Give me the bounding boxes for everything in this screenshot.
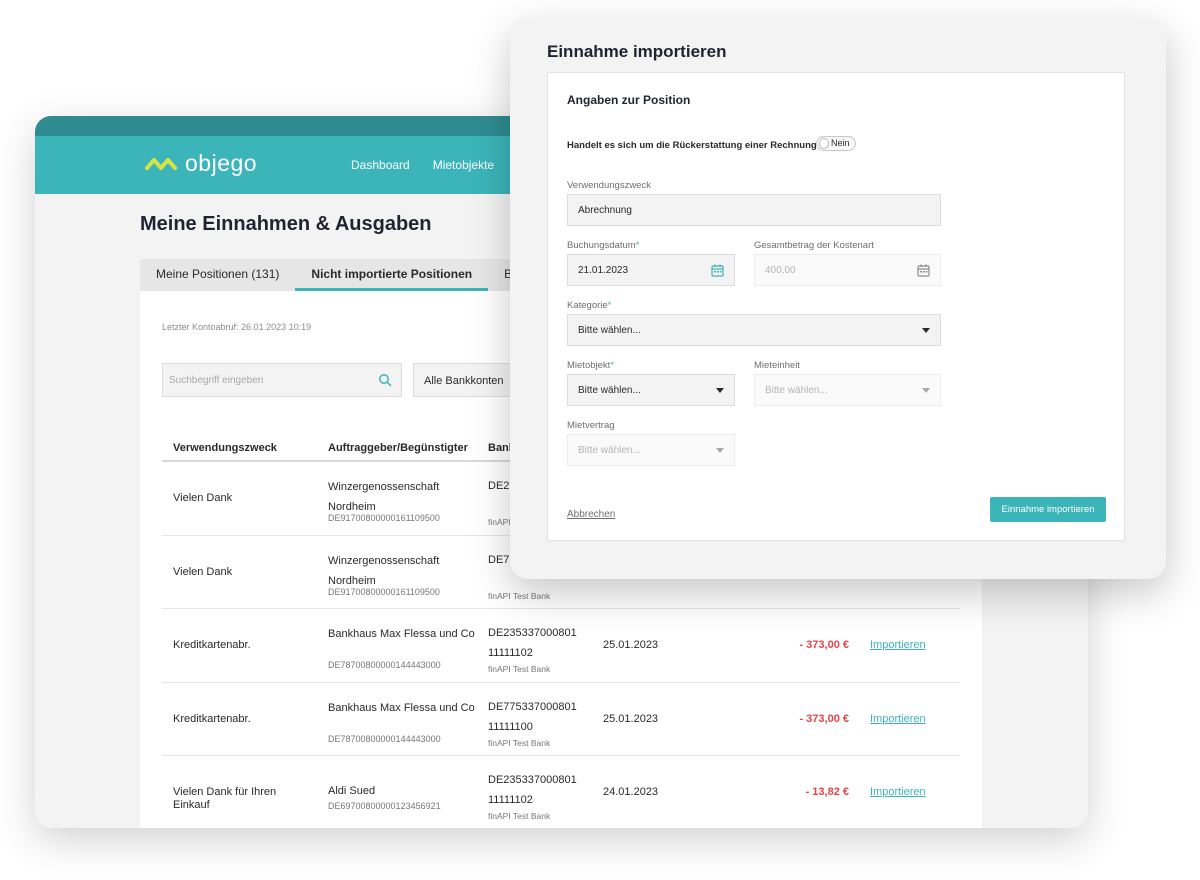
cancel-link[interactable]: Abbrechen xyxy=(567,509,615,520)
row-payer: Aldi Sued xyxy=(328,785,376,797)
row-date: 25.01.2023 xyxy=(603,712,659,725)
row-bank: finAPI Test Bank xyxy=(488,664,551,674)
total-amount-input: 400,00 xyxy=(754,254,941,286)
search-icon[interactable] xyxy=(378,373,392,392)
row-date: 25.01.2023 xyxy=(603,639,659,651)
toggle-knob xyxy=(819,138,829,149)
toggle-label: Nein xyxy=(831,138,850,148)
row-purpose: Vielen Dank xyxy=(173,565,233,578)
row-bank: finAPI Test Bank xyxy=(488,590,551,601)
row-import-link[interactable]: Importieren xyxy=(870,713,926,725)
row-purpose: Kreditkartenabr. xyxy=(173,639,251,651)
category-value: Bitte wählen... xyxy=(578,325,641,336)
booking-date-input[interactable]: 21.01.2023 xyxy=(567,254,735,286)
contract-value: Bitte wählen... xyxy=(578,445,641,456)
total-amount-value: 400,00 xyxy=(765,265,796,276)
import-income-button-label: Einnahme importieren xyxy=(1001,504,1095,515)
row-import-link[interactable]: Importieren xyxy=(870,639,926,651)
unit-value: Bitte wählen... xyxy=(765,385,828,396)
row-payer-iban: DE69700800000123456921 xyxy=(328,801,441,811)
category-select[interactable]: Bitte wählen... xyxy=(567,314,941,346)
header-auftraggeber[interactable]: Auftraggeber/Begünstigter xyxy=(328,442,468,454)
row-payer-iban: DE78700800000144443000 xyxy=(328,660,441,670)
row-date: 24.01.2023 xyxy=(603,786,659,798)
import-income-modal: Einnahme importieren Angaben zur Positio… xyxy=(510,18,1166,579)
brand-name: objego xyxy=(185,150,258,176)
brand-logo[interactable]: objego xyxy=(145,150,257,177)
last-fetch-info: Letzter Kontoabruf: 26.01.2023 10:19 xyxy=(162,322,312,332)
table-row[interactable]: Vielen Dank für Ihren Einkauf Aldi Sued … xyxy=(162,756,960,828)
chevron-down-icon xyxy=(922,388,930,393)
search-input[interactable]: Suchbegriff eingeben xyxy=(162,363,402,397)
row-payer-iban: DE91700800000161109500 xyxy=(328,586,440,597)
unit-label: Mieteinheit xyxy=(754,360,800,371)
chevron-down-icon xyxy=(716,448,724,453)
row-iban: DE235337000801 11111102 xyxy=(488,627,577,659)
contract-select: Bitte wählen... xyxy=(567,434,735,466)
calendar-icon xyxy=(917,264,930,282)
row-payer: Bankhaus Max Flessa und Co xyxy=(328,701,475,714)
import-income-button[interactable]: Einnahme importieren xyxy=(990,497,1106,522)
row-amount: - 373,00 € xyxy=(799,639,849,651)
row-bank: finAPI Test Bank xyxy=(488,811,551,821)
booking-date-label: Buchungsdatum* xyxy=(567,240,640,251)
tab-nicht-importierte-positionen[interactable]: Nicht importierte Positionen xyxy=(295,259,489,291)
row-amount: - 373,00 € xyxy=(799,712,849,725)
refund-toggle[interactable]: Nein xyxy=(816,136,856,151)
row-payer-iban: DE78700800000144443000 xyxy=(328,733,441,744)
total-amount-label: Gesamtbetrag der Kostenart xyxy=(754,240,874,251)
row-purpose: Vielen Dank für Ihren Einkauf xyxy=(173,786,277,811)
row-iban: DE775337000801 11111100 xyxy=(488,700,577,733)
section-title: Angaben zur Position xyxy=(567,93,691,107)
row-payer: Winzergenossenschaft Nordheim xyxy=(328,554,440,587)
booking-date-value: 21.01.2023 xyxy=(578,265,629,276)
row-bank: finAPI xyxy=(488,517,511,527)
calendar-icon[interactable] xyxy=(711,264,724,282)
row-payer: Bankhaus Max Flessa und Co xyxy=(328,628,475,640)
table-row[interactable]: Kreditkartenabr. Bankhaus Max Flessa und… xyxy=(162,609,960,683)
position-details-card: Angaben zur Position Handelt es sich um … xyxy=(547,72,1125,541)
chevron-down-icon xyxy=(716,388,724,393)
purpose-input[interactable]: Abrechnung xyxy=(567,194,941,226)
category-label: Kategorie* xyxy=(567,300,612,311)
page-title: Meine Einnahmen & Ausgaben xyxy=(140,213,432,235)
modal-title: Einnahme importieren xyxy=(547,42,727,61)
property-select[interactable]: Bitte wählen... xyxy=(567,374,735,406)
nav-dashboard[interactable]: Dashboard xyxy=(351,158,410,172)
unit-select: Bitte wählen... xyxy=(754,374,941,406)
search-placeholder: Suchbegriff eingeben xyxy=(169,375,264,386)
table-row[interactable]: Kreditkartenabr. Bankhaus Max Flessa und… xyxy=(162,683,960,756)
row-import-link[interactable]: Importieren xyxy=(870,786,926,798)
property-label: Mietobjekt* xyxy=(567,360,615,371)
objego-logo-icon xyxy=(145,157,177,170)
nav-mietobjekte[interactable]: Mietobjekte xyxy=(433,158,494,172)
bank-account-filter-value: Alle Bankkonten xyxy=(424,375,504,387)
row-bank: finAPI Test Bank xyxy=(488,737,551,748)
row-payer: Winzergenossenschaft Nordheim xyxy=(328,481,440,513)
refund-question-label: Handelt es sich um die Rückerstattung ei… xyxy=(567,140,823,151)
property-value: Bitte wählen... xyxy=(578,385,641,396)
contract-label: Mietvertrag xyxy=(567,420,615,431)
row-iban: DE235337000801 11111102 xyxy=(488,774,577,806)
main-nav: Dashboard Mietobjekte xyxy=(351,158,494,172)
chevron-down-icon xyxy=(922,328,930,333)
row-purpose: Kreditkartenabr. xyxy=(173,712,251,725)
purpose-label: Verwendungszweck xyxy=(567,180,651,191)
purpose-value: Abrechnung xyxy=(578,205,632,216)
row-amount: - 13,82 € xyxy=(805,786,849,798)
row-payer-iban: DE91700800000161109500 xyxy=(328,513,440,523)
tab-meine-positionen[interactable]: Meine Positionen (131) xyxy=(140,259,295,291)
row-purpose: Vielen Dank xyxy=(173,492,233,504)
header-verwendungszweck[interactable]: Verwendungszweck xyxy=(173,442,277,454)
